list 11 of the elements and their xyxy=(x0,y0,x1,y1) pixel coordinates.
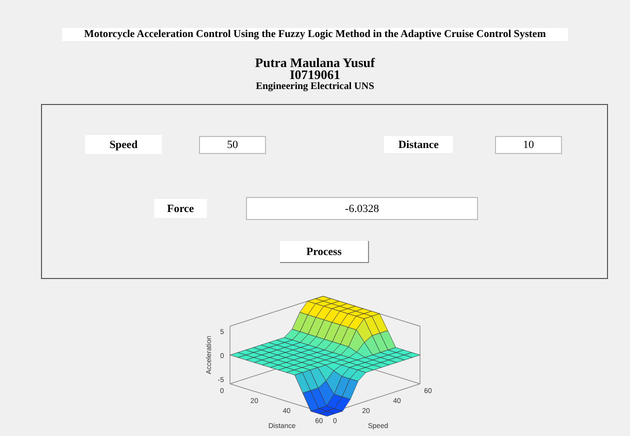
author-name: Putra Maulana Yusuf xyxy=(255,57,375,69)
app-title: Motorcycle Acceleration Control Using the Fuzzy Logic Method in the Adaptive Cruise Control System xyxy=(62,28,568,41)
student-id: I0719061 xyxy=(290,69,340,81)
force-label: Force xyxy=(154,199,207,218)
speed-field[interactable]: 50 xyxy=(199,136,266,154)
process-button[interactable]: Process xyxy=(280,241,369,263)
distance-field[interactable]: 10 xyxy=(495,136,562,154)
force-field[interactable]: -6.0328 xyxy=(246,197,478,220)
speed-label: Speed xyxy=(85,135,162,154)
distance-label: Distance xyxy=(384,136,453,153)
affiliation: Engineering Electrical UNS xyxy=(256,81,374,92)
